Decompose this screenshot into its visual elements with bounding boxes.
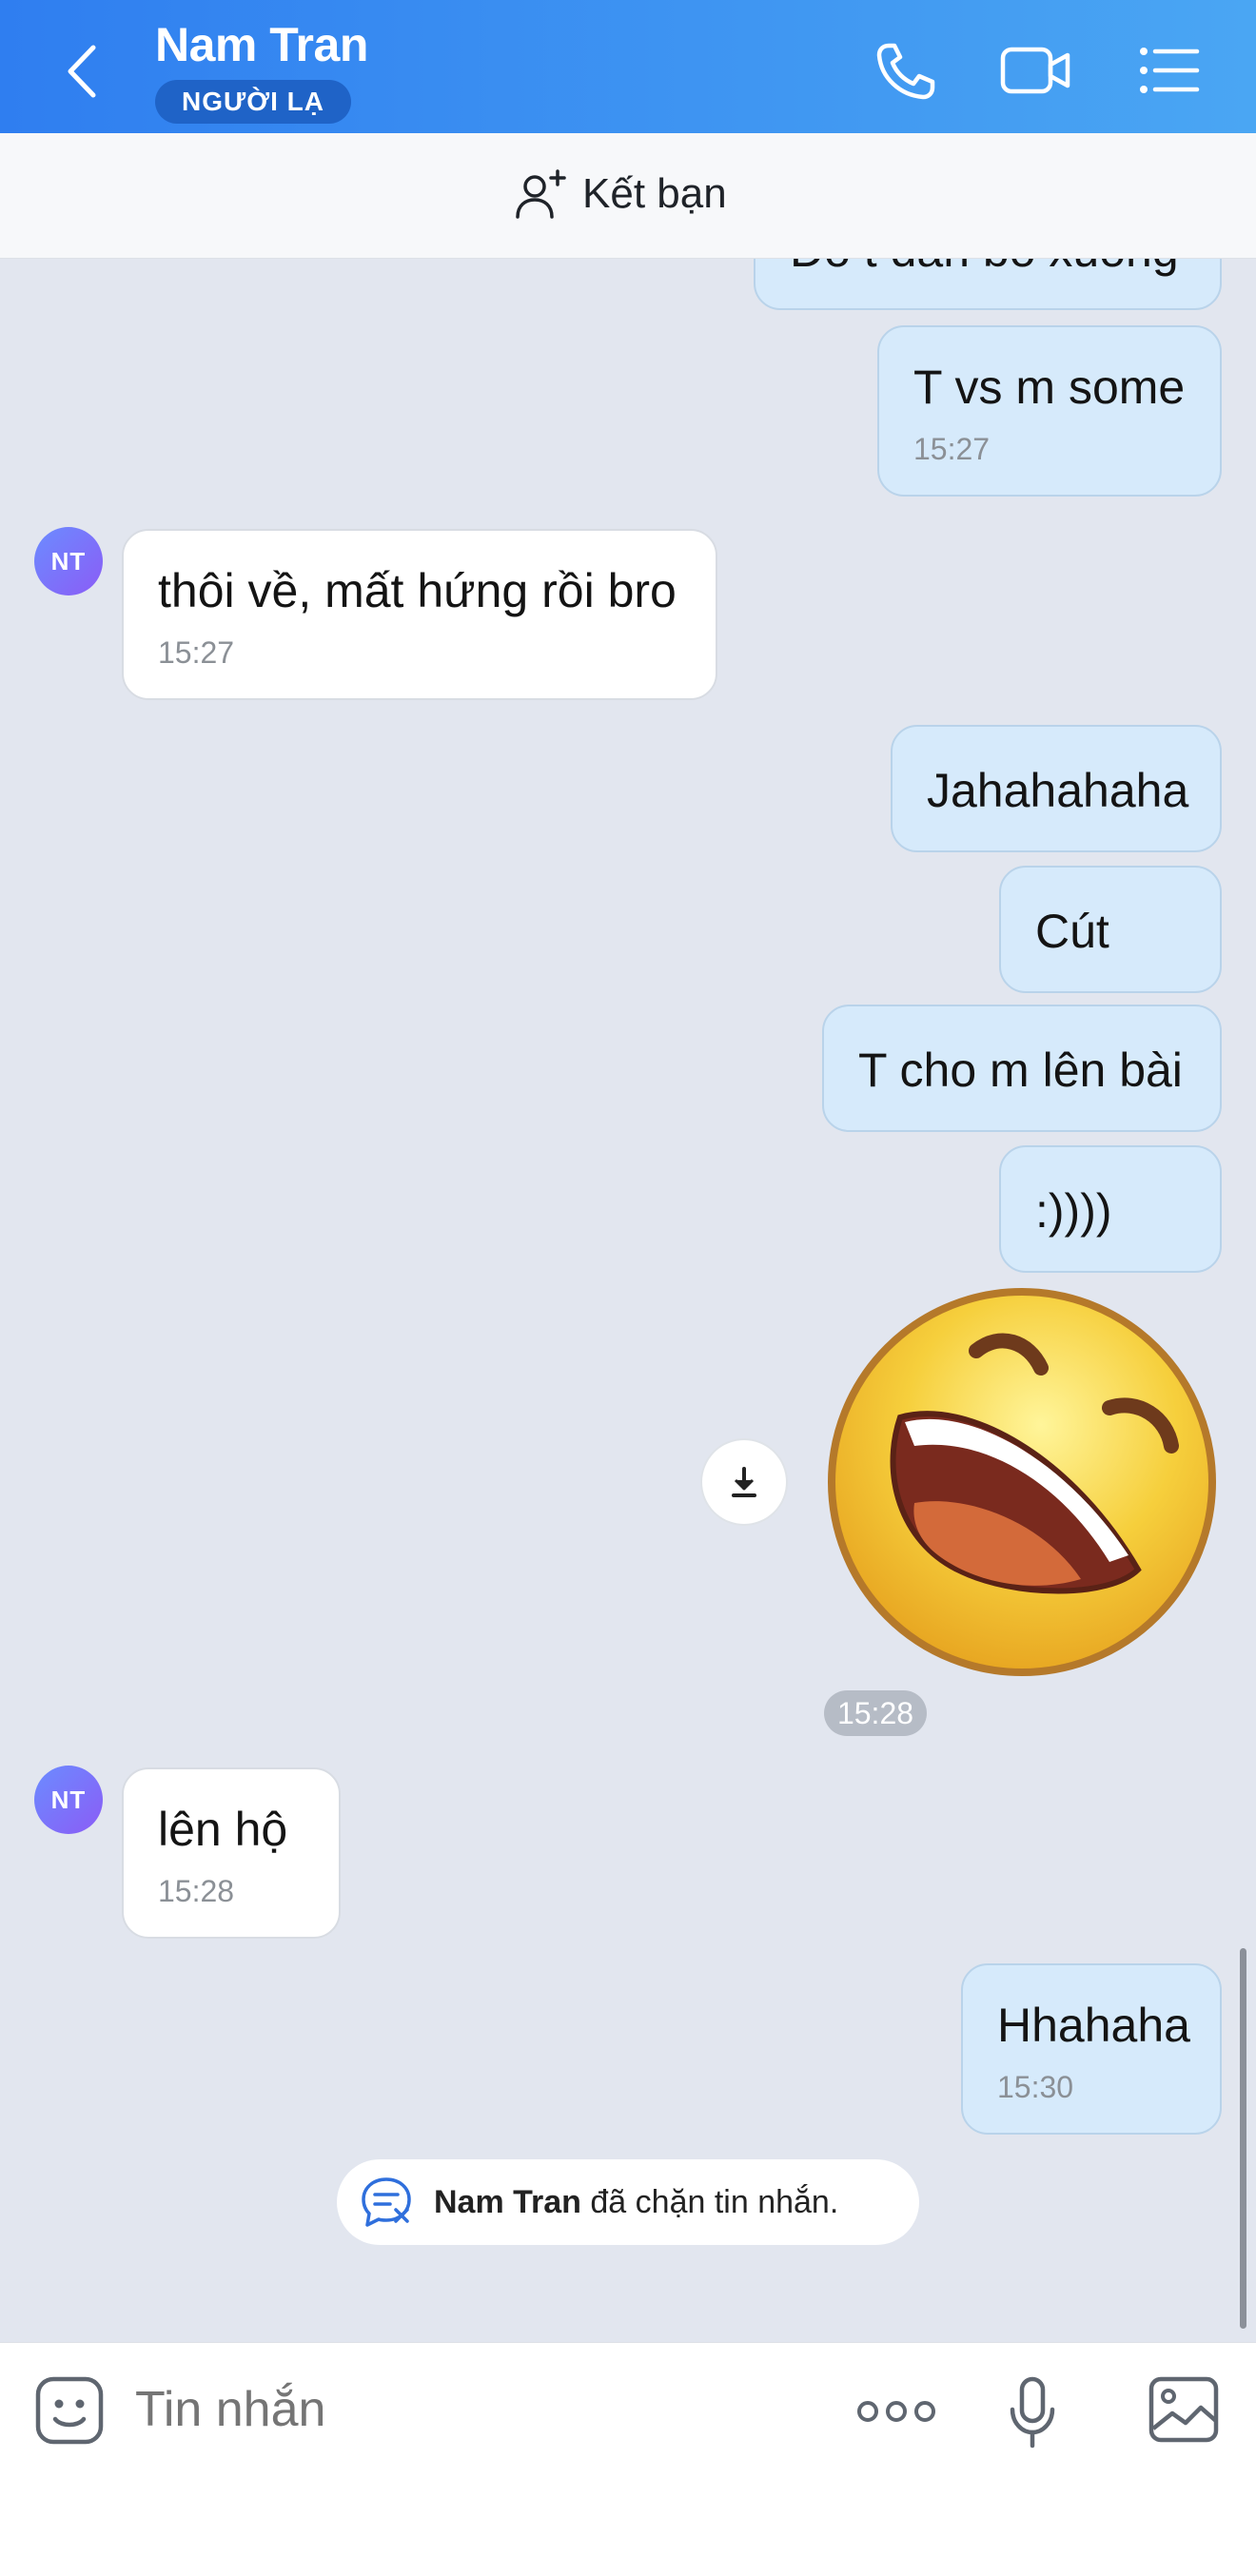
message-time: 15:30	[997, 2070, 1074, 2104]
contact-name[interactable]: Nam Tran	[155, 17, 368, 72]
message-bubble-sent[interactable]: Hhahaha 15:30	[961, 1963, 1222, 2135]
message-list[interactable]: Đo t đan bo xuong T vs m some 15:27 NT t…	[0, 259, 1256, 2342]
download-icon	[732, 1467, 756, 1497]
message-time: 15:28	[158, 1874, 235, 1908]
options-menu-button[interactable]	[1132, 36, 1208, 103]
add-friend-label: Kết bạn	[582, 170, 727, 217]
message-time: 15:27	[913, 432, 991, 466]
message-input-bar	[0, 2342, 1256, 2576]
download-button[interactable]	[700, 1438, 788, 1526]
more-button[interactable]	[856, 2392, 936, 2435]
message-input[interactable]	[135, 2381, 801, 2438]
microphone-icon	[1010, 2376, 1055, 2449]
video-call-button[interactable]	[997, 36, 1073, 103]
chat-header: Nam Tran NGƯỜI LẠ	[0, 0, 1256, 133]
back-arrow-icon	[68, 45, 96, 98]
emoji-icon	[35, 2376, 104, 2445]
message-bubble-received[interactable]: thôi về, mất hứng rồi bro 15:27	[122, 529, 717, 700]
add-friend-button[interactable]: Kết bạn	[514, 167, 727, 221]
voice-call-button[interactable]	[868, 36, 944, 103]
scrollbar[interactable]	[1240, 1948, 1246, 2329]
message-bubble-sent[interactable]: Cút	[999, 866, 1222, 993]
message-bubble-sent[interactable]: T vs m some 15:27	[877, 325, 1222, 497]
message-bubble-received[interactable]: lên hộ 15:28	[122, 1767, 341, 1939]
message-text: Cút	[1035, 905, 1109, 958]
message-text: lên hộ	[158, 1803, 288, 1856]
message-text: Jahahahaha	[927, 764, 1189, 817]
menu-list-icon	[1140, 48, 1200, 93]
message-text: Hhahaha	[997, 1999, 1190, 2052]
notice-name: Nam Tran	[434, 2183, 581, 2220]
message-time: 15:27	[158, 635, 235, 670]
blocked-message-icon	[362, 2177, 411, 2227]
phone-icon	[876, 43, 935, 100]
add-friend-icon	[516, 169, 566, 219]
message-text: thôi về, mất hứng rồi bro	[158, 564, 677, 617]
message-bubble-sent[interactable]: Đo t đan bo xuong	[754, 259, 1222, 310]
stranger-badge: NGƯỜI LẠ	[155, 80, 351, 124]
video-call-icon	[1000, 47, 1070, 94]
avatar[interactable]: NT	[34, 1766, 103, 1834]
message-bubble-sent[interactable]: Jahahahaha	[891, 725, 1222, 852]
add-friend-bar: Kết bạn	[0, 133, 1256, 259]
timestamp-chip: 15:28	[824, 1690, 927, 1736]
message-text: :))))	[1035, 1184, 1112, 1238]
voice-message-button[interactable]	[1009, 2375, 1056, 2456]
emoji-button[interactable]	[34, 2375, 105, 2450]
laughing-emoji-sticker[interactable]	[824, 1284, 1220, 1680]
blocked-notice: Nam Tran đã chặn tin nhắn.	[337, 2159, 919, 2245]
message-text: T vs m some	[913, 361, 1186, 414]
back-button[interactable]	[59, 38, 107, 105]
more-icon	[857, 2401, 935, 2422]
send-image-button[interactable]	[1148, 2375, 1220, 2449]
message-bubble-sent[interactable]: :))))	[999, 1145, 1222, 1273]
message-text: Đo t đan bo xuong	[790, 259, 1186, 278]
notice-message: đã chặn tin nhắn.	[580, 2183, 839, 2220]
message-text: T cho m lên bài	[858, 1044, 1183, 1097]
notice-text: Nam Tran đã chặn tin nhắn.	[434, 2184, 838, 2221]
image-icon	[1148, 2376, 1219, 2443]
avatar[interactable]: NT	[34, 527, 103, 595]
message-bubble-sent[interactable]: T cho m lên bài	[822, 1005, 1222, 1132]
